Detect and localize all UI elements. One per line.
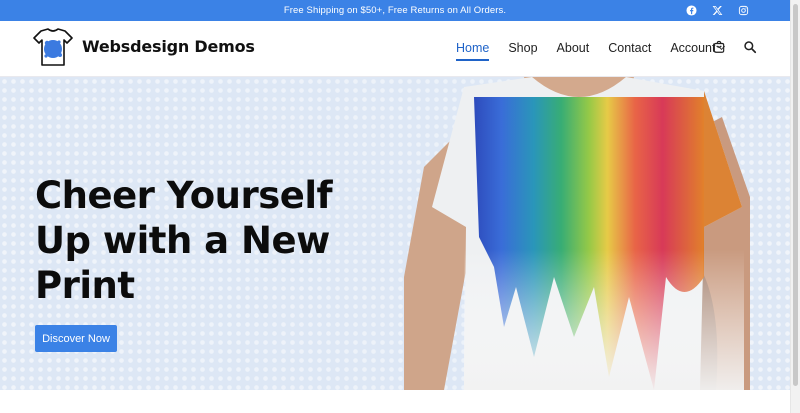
nav-item-shop[interactable]: Shop — [508, 41, 537, 55]
social-links — [684, 3, 750, 17]
scrollbar[interactable] — [790, 0, 800, 413]
nav-item-home[interactable]: Home — [456, 41, 490, 61]
x-icon[interactable] — [710, 3, 724, 17]
hero-tshirt-image — [404, 77, 750, 390]
facebook-icon[interactable] — [684, 3, 698, 17]
scrollbar-thumb[interactable] — [793, 4, 798, 386]
discover-now-button[interactable]: Discover Now — [35, 325, 117, 352]
instagram-icon[interactable] — [736, 3, 750, 17]
hero-heading: Cheer Yourself Up with a New Print — [35, 174, 333, 307]
site-title[interactable]: Websdesign Demos — [82, 37, 255, 56]
nav-item-account-label: Account — [670, 41, 716, 55]
announcement-text: Free Shipping on $50+, Free Returns on A… — [283, 5, 507, 16]
hero-section: Cheer Yourself Up with a New Print Disco… — [0, 77, 790, 390]
site-header: Websdesign Demos Home Shop About Contact… — [0, 21, 790, 77]
main-nav: Home Shop About Contact Account — [456, 41, 743, 61]
tshirt-logo-icon[interactable] — [33, 27, 73, 69]
announcement-bar: Free Shipping on $50+, Free Returns on A… — [0, 0, 790, 21]
nav-item-about[interactable]: About — [557, 41, 590, 55]
search-icon[interactable] — [743, 40, 757, 54]
nav-item-contact[interactable]: Contact — [608, 41, 651, 55]
cart-icon[interactable] — [712, 40, 726, 54]
